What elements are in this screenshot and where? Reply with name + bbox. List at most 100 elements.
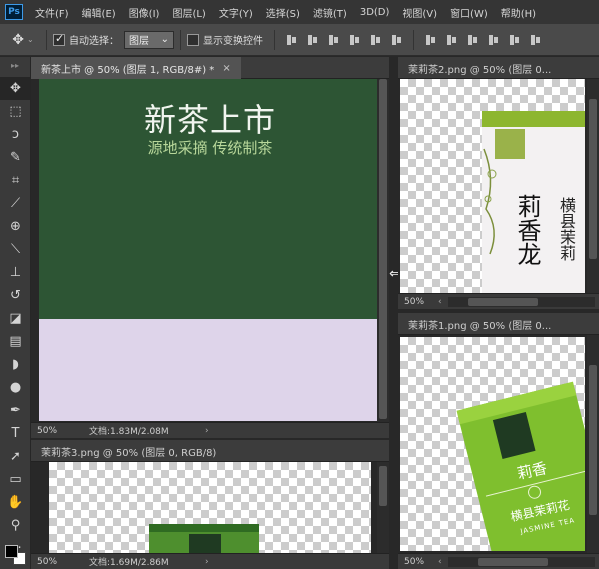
move-tool-icon[interactable]: ✥	[0, 77, 31, 100]
tab-bar: 茉莉茶1.png @ 50% (图层 0...	[398, 313, 599, 335]
options-bar: ✥⌄ 自动选择： 图层 ⌄ 显示变换控件	[0, 24, 599, 56]
canvas[interactable]: 新茶上市 源地采摘 传统制茶	[39, 79, 381, 421]
show-transform-checkbox[interactable]	[187, 33, 199, 46]
zoom-tool-icon[interactable]: ⚲	[0, 514, 31, 537]
brush-tool-icon[interactable]: ⟍	[0, 238, 31, 261]
status-bar: 50% ‹	[398, 293, 599, 309]
auto-select-checkbox[interactable]	[53, 32, 65, 46]
path-select-icon[interactable]: ➚	[0, 445, 31, 468]
canvas[interactable]: 莉香龙 横县茉莉	[400, 79, 585, 293]
vertical-scrollbar[interactable]	[377, 462, 389, 553]
vertical-scrollbar[interactable]	[587, 79, 599, 293]
marquee-tool-icon[interactable]: ⬚	[0, 100, 31, 123]
align-left-icon[interactable]	[348, 34, 361, 46]
zoom-level[interactable]: 50%	[398, 557, 432, 567]
quick-select-tool-icon[interactable]: ✎	[0, 146, 31, 169]
menu-select[interactable]: 选择(S)	[266, 5, 300, 20]
align-right-icon[interactable]	[390, 34, 403, 46]
auto-select-value: 图层	[129, 36, 149, 47]
separator	[180, 29, 181, 50]
lasso-tool-icon[interactable]: ↄ	[0, 123, 31, 146]
distribute-left-icon[interactable]	[487, 34, 500, 46]
tab-label: 茉莉茶2.png @ 50% (图层 0...	[408, 64, 552, 76]
type-tool-icon[interactable]: T	[0, 422, 31, 445]
zoom-level[interactable]: 50%	[398, 297, 432, 307]
align-hcenter-icon[interactable]	[369, 34, 382, 46]
distribute-vcenter-icon[interactable]	[445, 34, 458, 46]
pen-tool-icon[interactable]: ✒	[0, 399, 31, 422]
chevron-right-icon[interactable]: ›	[205, 426, 209, 436]
menu-filter[interactable]: 滤镜(T)	[313, 5, 347, 20]
zoom-level[interactable]: 50%	[31, 426, 89, 436]
menu-layer[interactable]: 图层(L)	[172, 5, 205, 20]
tin-calligraphy-text: 莉香龙	[513, 194, 541, 266]
align-vcenter-icon[interactable]	[306, 34, 319, 46]
menu-3d[interactable]: 3D(D)	[360, 7, 390, 18]
canvas[interactable]: 莉香 横县茉莉花 JASMINE TEA	[400, 337, 585, 551]
tab-jasmine-tea-1[interactable]: 茉莉茶1.png @ 50% (图层 0...	[398, 313, 561, 335]
tab-label: 茉莉茶1.png @ 50% (图层 0...	[408, 320, 552, 332]
status-bar: 50% 文档:1.69M/2.86M ›	[31, 553, 389, 569]
subheadline-text: 源地采摘 传统制茶	[147, 139, 273, 157]
eraser-tool-icon[interactable]: ◪	[0, 307, 31, 330]
menu-window[interactable]: 窗口(W)	[450, 5, 488, 20]
chevron-left-icon[interactable]: ‹	[438, 297, 442, 307]
healing-brush-icon[interactable]: ⊕	[0, 215, 31, 238]
align-top-icon[interactable]	[285, 34, 298, 46]
photoshop-logo: Ps	[5, 4, 23, 20]
menu-help[interactable]: 帮助(H)	[501, 5, 536, 20]
foreground-color-swatch[interactable]	[5, 545, 18, 558]
document-window-jasmine-tea-2: 茉莉茶2.png @ 50% (图层 0... 莉香龙 横县茉莉 50% ‹	[398, 57, 599, 309]
close-icon[interactable]: ×	[222, 63, 230, 74]
horizontal-scrollbar[interactable]	[447, 556, 595, 567]
menu-view[interactable]: 视图(V)	[402, 5, 437, 20]
tab-jasmine-tea-2[interactable]: 茉莉茶2.png @ 50% (图层 0...	[398, 57, 561, 79]
canvas[interactable]	[49, 462, 371, 553]
distribute-bottom-icon[interactable]	[466, 34, 479, 46]
blur-tool-icon[interactable]: ◗	[0, 353, 31, 376]
distribute-hcenter-icon[interactable]	[508, 34, 521, 46]
separator	[46, 29, 47, 50]
vertical-scrollbar[interactable]	[587, 335, 599, 553]
separator	[274, 29, 275, 50]
rectangle-tool-icon[interactable]: ▭	[0, 468, 31, 491]
tab-new-tea-launch[interactable]: 新茶上市 @ 50% (图层 1, RGB/8#) * ×	[31, 57, 241, 79]
chevron-right-icon[interactable]: ›	[205, 557, 209, 567]
gradient-tool-icon[interactable]: ▤	[0, 330, 31, 353]
crop-tool-icon[interactable]: ⌗	[0, 169, 31, 192]
distribute-right-icon[interactable]	[529, 34, 542, 46]
tin-side-text: 横县茉莉	[557, 197, 576, 261]
align-bottom-icon[interactable]	[327, 34, 340, 46]
horizontal-scrollbar[interactable]	[447, 296, 595, 307]
tab-bar: 茉莉茶3.png @ 50% (图层 0, RGB/8)	[31, 440, 389, 462]
color-swatches[interactable]	[5, 545, 27, 565]
distribute-top-icon[interactable]	[424, 34, 437, 46]
chevron-left-icon[interactable]: ‹	[438, 557, 442, 567]
panel-grip-icon[interactable]: ▸▸	[0, 57, 30, 77]
green-banner-area: 新茶上市 源地采摘 传统制茶	[39, 79, 381, 319]
show-transform-label: 显示变换控件	[203, 36, 263, 47]
dodge-tool-icon[interactable]: ●	[0, 376, 31, 399]
menu-edit[interactable]: 编辑(E)	[82, 5, 116, 20]
document-window-main: 新茶上市 @ 50% (图层 1, RGB/8#) * × 新茶上市 源地采摘 …	[31, 57, 389, 438]
tea-tin-image	[149, 524, 259, 553]
zoom-level[interactable]: 50%	[31, 557, 89, 567]
move-tool-preset-icon[interactable]: ✥ ⌄	[6, 29, 40, 51]
document-size-info: 文档:1.83M/2.08M	[89, 427, 169, 437]
clone-stamp-icon[interactable]: ⊥	[0, 261, 31, 284]
status-bar: 50% ‹	[398, 553, 599, 569]
tab-bar: 新茶上市 @ 50% (图层 1, RGB/8#) * ×	[31, 57, 389, 79]
tab-jasmine-tea-3[interactable]: 茉莉茶3.png @ 50% (图层 0, RGB/8)	[31, 440, 226, 462]
eyedropper-tool-icon[interactable]: ⟋	[0, 192, 31, 215]
menu-image[interactable]: 图像(I)	[129, 5, 160, 20]
menu-file[interactable]: 文件(F)	[35, 5, 69, 20]
status-bar: 50% 文档:1.83M/2.08M ›	[31, 422, 389, 438]
auto-select-label: 自动选择：	[69, 36, 119, 47]
separator	[413, 29, 414, 50]
menu-type[interactable]: 文字(Y)	[219, 5, 253, 20]
history-brush-icon[interactable]: ↺	[0, 284, 31, 307]
document-size-info: 文档:1.69M/2.86M	[89, 558, 169, 568]
hand-tool-icon[interactable]: ✋	[0, 491, 31, 514]
vertical-scrollbar[interactable]	[377, 79, 389, 422]
auto-select-dropdown[interactable]: 图层 ⌄	[124, 30, 174, 49]
